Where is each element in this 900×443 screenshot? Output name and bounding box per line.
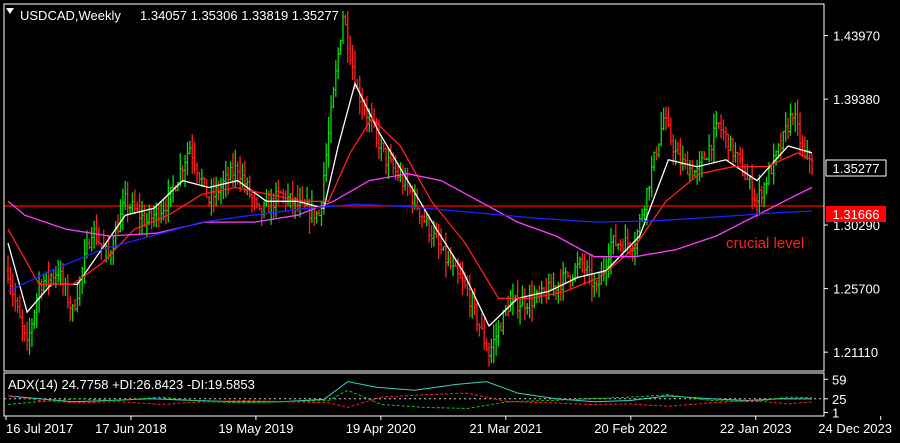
adx-tick-label: 25: [832, 392, 846, 407]
x-tick-label: 19 Apr 2020: [346, 421, 416, 436]
current-price-label: 1.35277: [833, 161, 880, 176]
y-tick-label: 1.25700: [833, 282, 880, 297]
y-tick-label: 1.43970: [833, 29, 880, 44]
x-tick-label: 20 Feb 2022: [594, 421, 667, 436]
y-tick-label: 1.21110: [833, 345, 878, 360]
y-tick-label: 1.39380: [833, 92, 880, 107]
crucial-level-annotation: crucial level: [726, 235, 804, 252]
adx-tick-label: 1: [832, 406, 839, 421]
x-tick-label: 17 Jun 2018: [95, 421, 167, 436]
x-tick-label: 22 Jan 2023: [720, 421, 792, 436]
x-tick-label: 24 Dec 2023: [818, 421, 892, 436]
level-price-label: 1.31666: [833, 207, 880, 222]
adx-label: ADX(14) 24.7758 +DI:26.8423 -DI:19.5853: [8, 377, 255, 392]
x-tick-label: 19 May 2019: [218, 421, 293, 436]
x-tick-label: 21 Mar 2021: [469, 421, 542, 436]
ohlc-values: 1.34057 1.35306 1.33819 1.35277: [140, 8, 339, 23]
adx-tick-label: 59: [832, 372, 846, 387]
x-tick-label: 16 Jul 2017: [6, 421, 73, 436]
symbol-title: USDCAD,Weekly: [20, 8, 121, 23]
usdcad-weekly-chart: 1.211101.257001.302901.393801.4397012559…: [0, 0, 900, 443]
